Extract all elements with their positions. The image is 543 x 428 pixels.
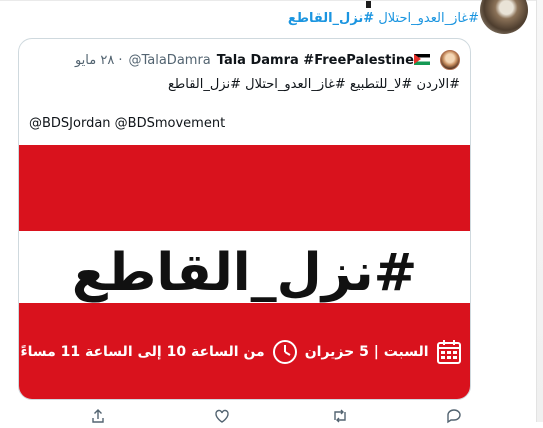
banner-event-line: السبت | 5 حزيران من الساعة 10 إلى الساعة… — [19, 335, 470, 369]
banner-image[interactable]: #نزل_القاطع السبت | 5 حزيران من الساعة 1… — [19, 145, 470, 399]
quoted-tweet-header: Tala Damra #FreePalestine @TalaDamra · ٢… — [75, 50, 460, 70]
quoted-hashtags[interactable]: #الاردن #لا_للتطبيع #غاز_العدو_احتلال #ن… — [168, 77, 460, 92]
quoted-author-handle[interactable]: @TalaDamra — [128, 53, 210, 68]
quoted-author-name[interactable]: Tala Damra #FreePalestine — [217, 53, 434, 68]
hashtag-boycott[interactable]: #نزل_القاطع — [288, 11, 374, 26]
palestine-flag-icon — [414, 53, 430, 65]
clock-icon — [271, 338, 299, 366]
quoted-date[interactable]: ٢٨ مايو — [75, 53, 114, 68]
banner-event-date: السبت | 5 حزيران — [304, 344, 429, 360]
quoted-separator: · — [118, 52, 123, 68]
window-top-edge — [0, 0, 543, 1]
hashtag-gas[interactable]: #غاز_العدو_احتلال — [378, 11, 479, 26]
quoted-avatar[interactable] — [440, 50, 460, 70]
scrollbar[interactable] — [536, 0, 543, 422]
banner-event-time: من الساعة 10 إلى الساعة 11 مساءً — [20, 344, 265, 360]
text-caret — [366, 1, 371, 8]
calendar-icon — [435, 338, 463, 366]
quoted-author-name-text: Tala Damra #FreePalestine — [216, 52, 414, 68]
avatar[interactable] — [480, 0, 528, 34]
tweet-text: #غاز_العدو_احتلال #نزل_القاطع — [288, 11, 479, 26]
tweet-actions — [74, 408, 474, 424]
banner-hashtag: #نزل_القاطع — [71, 243, 418, 303]
quoted-tweet-card[interactable]: Tala Damra #FreePalestine @TalaDamra · ٢… — [18, 38, 471, 400]
quoted-mentions[interactable]: @BDSJordan @BDSmovement — [29, 116, 225, 131]
